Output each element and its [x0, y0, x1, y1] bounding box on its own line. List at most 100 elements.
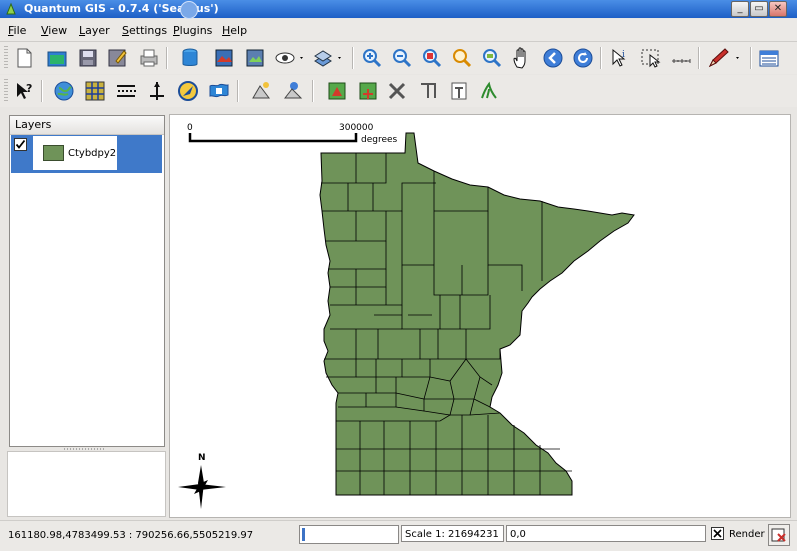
layers-panel: Layers Ctybdpy2: [9, 115, 165, 447]
add-vector-layer-icon[interactable]: [177, 45, 203, 71]
menu-layer-label: ayer: [85, 24, 110, 37]
menu-bar: File View Layer Settings Plugins Help: [0, 19, 797, 42]
whats-this-icon[interactable]: ?: [11, 78, 37, 104]
scalebar-start-label: 0: [187, 123, 193, 133]
toolbar-separator: [600, 47, 602, 69]
zoom-full-icon[interactable]: [419, 45, 445, 71]
measure-icon[interactable]: [668, 45, 694, 71]
title-bar: Quantum GIS - 0.7.4 ('Seamus') _ ▭ ✕: [0, 0, 797, 19]
select-icon[interactable]: [638, 45, 664, 71]
attribute-table-icon[interactable]: [756, 45, 782, 71]
open-project-icon[interactable]: [44, 45, 70, 71]
pan-icon[interactable]: [509, 45, 535, 71]
scalebar-end-label: 300000: [339, 123, 374, 133]
menu-view[interactable]: View: [41, 24, 67, 37]
print-icon[interactable]: [136, 45, 162, 71]
zoom-layer-icon[interactable]: [479, 45, 505, 71]
toolbar-separator: [698, 47, 700, 69]
toolbar-separator: [312, 80, 314, 102]
menu-view-label: iew: [48, 24, 68, 37]
svg-text:?: ?: [26, 82, 32, 95]
georeferencer-icon[interactable]: [51, 78, 77, 104]
toolbar-handle[interactable]: [4, 79, 8, 103]
cursor-coordinates: 0,0: [506, 525, 706, 542]
grass-region-icon[interactable]: [415, 78, 441, 104]
render-check-icon: [713, 529, 722, 538]
stop-render-button[interactable]: [768, 524, 790, 546]
grid-maker-icon[interactable]: [82, 78, 108, 104]
gps-icon[interactable]: [175, 78, 201, 104]
copyright-icon[interactable]: [248, 78, 274, 104]
scale-bar: 0 300000 degrees: [187, 123, 398, 145]
minimize-button[interactable]: _: [731, 1, 749, 17]
svg-text:i: i: [622, 50, 625, 60]
map-scale: Scale 1: 21694231: [401, 525, 504, 542]
menu-plugins[interactable]: Plugins: [173, 24, 212, 37]
toolbar-separator: [352, 47, 354, 69]
menu-help[interactable]: Help: [222, 24, 247, 37]
status-bar: 161180.98,4783499.53 : 790256.66,5505219…: [0, 520, 797, 551]
zoom-selection-icon[interactable]: [449, 45, 475, 71]
menu-file[interactable]: File: [8, 24, 26, 37]
new-project-icon[interactable]: [11, 45, 37, 71]
main-toolbar: i: [0, 42, 797, 74]
render-progress-bar: [299, 525, 399, 544]
zoom-last-icon[interactable]: [540, 45, 566, 71]
progress-fill: [302, 528, 305, 541]
layer-visibility-checkbox[interactable]: [14, 138, 27, 151]
scalebar-units-label: degrees: [361, 135, 398, 145]
grass-tools-icon[interactable]: [384, 78, 410, 104]
wms-icon[interactable]: [280, 78, 306, 104]
layer-legend: Ctybdpy2: [33, 136, 117, 170]
extent-coordinates: 161180.98,4783499.53 : 790256.66,5505219…: [8, 530, 254, 541]
save-project-icon[interactable]: [75, 45, 101, 71]
save-as-icon[interactable]: [104, 45, 130, 71]
map-canvas[interactable]: 0 300000 degrees N: [169, 114, 791, 518]
state-outline: [319, 132, 635, 496]
menu-layer[interactable]: Layer: [79, 24, 110, 37]
add-raster-layer-icon[interactable]: [211, 45, 237, 71]
map-svg: 0 300000 degrees N: [178, 123, 635, 509]
scalebar-icon[interactable]: [113, 78, 139, 104]
identify-icon[interactable]: i: [606, 45, 632, 71]
menu-settings[interactable]: Settings: [122, 24, 167, 37]
north-arrow: N: [178, 453, 226, 509]
zoom-in-icon[interactable]: [359, 45, 385, 71]
toolbar-separator: [166, 47, 168, 69]
toolbar-separator: [41, 80, 43, 102]
layer-visibility-dropdown[interactable]: [310, 45, 346, 71]
overview-dropdown[interactable]: [272, 45, 308, 71]
menu-settings-label: ettings: [128, 24, 168, 37]
capture-dropdown[interactable]: [704, 45, 744, 71]
window-pin-icon[interactable]: [180, 1, 198, 19]
spit-icon[interactable]: [206, 78, 232, 104]
menu-help-label: elp: [230, 24, 248, 37]
menu-file-label: ile: [13, 24, 27, 37]
checkmark-icon: [15, 139, 26, 149]
grass-new-icon[interactable]: [446, 78, 472, 104]
stop-render-icon: [771, 528, 786, 542]
layer-item[interactable]: Ctybdpy2: [11, 135, 162, 173]
add-postgis-layer-icon[interactable]: [242, 45, 268, 71]
render-checkbox[interactable]: [711, 527, 724, 540]
grass-edit-icon[interactable]: [355, 78, 381, 104]
menu-settings-accel: S: [122, 24, 129, 37]
maximize-button[interactable]: ▭: [750, 1, 768, 17]
overview-panel[interactable]: [7, 451, 166, 517]
toolbar-separator: [237, 80, 239, 102]
north-arrow-icon[interactable]: [144, 78, 170, 104]
toolbar-separator: [750, 47, 752, 69]
layer-symbol-swatch: [43, 145, 64, 161]
menu-plugins-accel: P: [173, 24, 180, 37]
layer-name: Ctybdpy2: [68, 148, 117, 159]
toolbar-handle[interactable]: [4, 46, 8, 70]
qgis-logo-icon: [6, 2, 16, 15]
north-label: N: [198, 453, 206, 463]
layers-header: Layers: [10, 116, 164, 135]
grass-open-icon[interactable]: [324, 78, 350, 104]
zoom-out-icon[interactable]: [389, 45, 415, 71]
close-button[interactable]: ✕: [769, 1, 787, 17]
refresh-icon[interactable]: [570, 45, 596, 71]
menu-plugins-label: lugins: [179, 24, 213, 37]
grass-vector-icon[interactable]: [476, 78, 502, 104]
